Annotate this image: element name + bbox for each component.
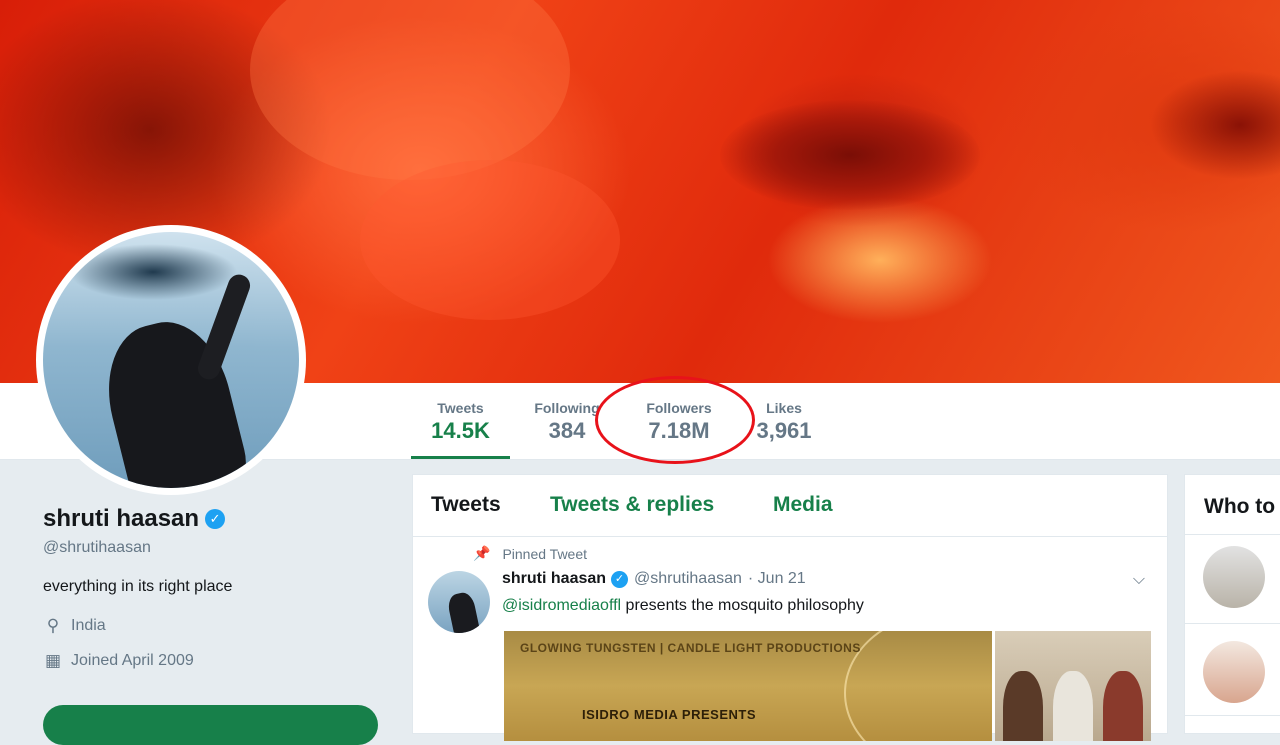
- stat-label: Likes: [766, 400, 802, 416]
- divider: [1185, 623, 1280, 624]
- banner-flower-petal: [360, 160, 620, 320]
- suggested-user-avatar[interactable]: [1203, 641, 1265, 703]
- suggested-user-avatar[interactable]: [1203, 546, 1265, 608]
- tweet-mention-link[interactable]: @isidromediaoffl: [502, 597, 621, 614]
- stat-label: Tweets: [437, 400, 484, 416]
- tweet-author-name[interactable]: shruti haasan: [502, 570, 606, 588]
- tweet-media-photo[interactable]: [995, 631, 1151, 741]
- calendar-icon: ▦: [44, 651, 62, 670]
- timeline: Tweets Tweets & replies Media 📌 Pinned T…: [412, 474, 1168, 741]
- timeline-tabs: Tweets Tweets & replies Media: [413, 475, 1167, 537]
- tab-tweets-and-replies[interactable]: Tweets & replies: [550, 493, 714, 517]
- avatar-figure-arm: [194, 271, 254, 383]
- tweet-header: shruti haasan ✓ @shrutihaasan · Jun 21: [502, 570, 806, 588]
- tweet-to-button[interactable]: [43, 705, 378, 745]
- divider: [1185, 534, 1280, 535]
- tweet-author-handle[interactable]: @shrutihaasan: [634, 570, 742, 588]
- tab-media[interactable]: Media: [773, 493, 833, 517]
- chevron-down-icon[interactable]: ⌵: [1133, 571, 1145, 589]
- profile-name-row: shruti haasan ✓: [43, 505, 383, 533]
- stat-value: 14.5K: [431, 418, 490, 443]
- profile-bio: everything in its right place: [43, 578, 233, 595]
- poster-decoration: [844, 631, 992, 741]
- tweet-text: @isidromediaoffl presents the mosquito p…: [502, 597, 864, 615]
- annotation-circle: [595, 376, 755, 464]
- profile-name[interactable]: shruti haasan: [43, 505, 199, 533]
- tweet-media-poster[interactable]: GLOWING TUNGSTEN | CANDLE LIGHT PRODUCTI…: [504, 631, 992, 741]
- banner-flower-petal: [250, 0, 570, 180]
- map-pin-icon: ⚲: [46, 616, 60, 635]
- poster-credit-text: GLOWING TUNGSTEN | CANDLE LIGHT PRODUCTI…: [520, 641, 861, 655]
- stat-tweets[interactable]: Tweets 14.5K: [411, 383, 510, 459]
- stat-likes[interactable]: Likes 3,961: [748, 383, 820, 459]
- profile-card: shruti haasan ✓ @shrutihaasan everything…: [43, 505, 383, 671]
- pinned-tweet-label: 📌 Pinned Tweet: [473, 545, 587, 562]
- profile-joined: ▦ Joined April 2009: [43, 651, 383, 671]
- profile-avatar[interactable]: [36, 225, 306, 495]
- tweet-body: presents the mosquito philosophy: [621, 597, 864, 614]
- profile-location: ⚲ India: [43, 616, 383, 636]
- banner-eye: [1150, 70, 1280, 180]
- tweet-date[interactable]: · Jun 21: [748, 570, 806, 588]
- tweet-avatar[interactable]: [428, 571, 490, 633]
- who-to-follow-panel: Who to: [1184, 474, 1280, 734]
- photo-person: [1003, 671, 1043, 741]
- profile-handle[interactable]: @shrutihaasan: [43, 539, 383, 557]
- photo-person: [1053, 671, 1093, 741]
- photo-person: [1103, 671, 1143, 741]
- banner-eye: [720, 100, 980, 210]
- joined-text: Joined April 2009: [71, 652, 194, 669]
- verified-check-icon: ✓: [611, 570, 629, 588]
- location-text: India: [71, 617, 106, 634]
- avatar-image: [43, 232, 299, 488]
- pinned-text: Pinned Tweet: [502, 545, 588, 562]
- who-to-follow-title: Who to: [1204, 495, 1276, 518]
- stat-value: 3,961: [756, 418, 812, 443]
- tab-tweets[interactable]: Tweets: [431, 493, 501, 517]
- divider: [1185, 715, 1280, 716]
- pin-icon: 📌: [473, 545, 491, 561]
- verified-check-icon: ✓: [205, 509, 226, 529]
